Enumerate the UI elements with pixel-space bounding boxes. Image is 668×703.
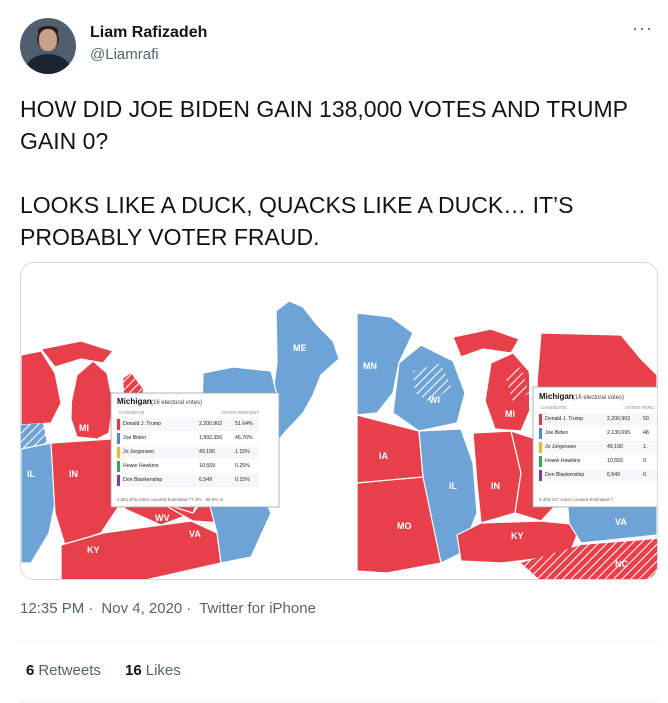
state-label: IL [449,481,458,491]
candidate-percent: 51.64% [235,421,253,427]
candidate-votes: 49,190 [199,449,215,455]
avatar[interactable] [20,18,76,74]
state-label: VA [615,517,627,527]
state-label: IA [379,451,389,461]
candidate-name: Donald J. Trump [545,416,583,422]
retweets-count: 6 [26,662,35,679]
state-label: ME [293,343,307,353]
candidate-votes: 6,549 [199,477,212,483]
candidate-name: Don Blankenship [123,477,162,483]
candidate-percent: 46.76% [235,435,253,441]
author-name[interactable]: Liam Rafizadeh [90,24,207,42]
candidate-votes: 6,549 [607,472,620,478]
candidate-name: Howie Hawkins [123,463,159,469]
state-label: KY [511,531,524,541]
tweet-source[interactable]: Twitter for iPhone [199,600,316,617]
election-maps-image: ME MI IL IN WV VA KY Michigan (16 electo… [21,263,657,579]
state-label: WI [429,395,440,405]
box-title: Michigan [117,397,152,406]
candidate-name: Don Blankenship [545,472,584,478]
more-options-icon[interactable]: ··· [632,18,653,39]
state-label: MI [505,409,515,419]
separator: · [186,600,192,617]
candidate-percent: 0. [643,472,647,478]
candidate-percent: 0.15% [235,477,250,483]
candidate-percent: 1.15% [235,449,250,455]
state-label: MO [397,521,412,531]
candidate-color-swatch [539,428,542,439]
col-candidate: CANDIDATE [119,410,145,415]
candidate-color-swatch [539,414,542,425]
likes-label: Likes [145,662,181,679]
candidate-color-swatch [117,461,120,472]
candidate-percent: 48. [643,430,650,436]
tweet-text: HOW DID JOE BIDEN GAIN 138,000 VOTES AND… [20,96,628,250]
likes-count: 16 [125,662,142,679]
candidate-color-swatch [117,447,120,458]
candidate-color-swatch [539,470,542,481]
candidate-percent: 1. [643,444,647,450]
tweet-media[interactable]: ME MI IL IN WV VA KY Michigan (16 electo… [20,262,658,580]
candidate-percent: 0. [643,458,647,464]
candidate-color-swatch [539,442,542,453]
candidate-percent: 50. [643,416,650,422]
divider [20,641,658,642]
candidate-name: Joe Biden [123,435,146,441]
candidate-votes: 2,200,902 [199,421,222,427]
state-label: IN [491,481,500,491]
col-votes: VOTES PERC [625,405,655,410]
candidate-votes: 2,200,902 [607,416,630,422]
candidate-votes: 2,130,695 [607,430,630,436]
box-subtitle: (16 electoral votes) [151,400,202,406]
state-label: MI [79,423,89,433]
candidate-votes: 10,559 [199,463,215,469]
candidate-color-swatch [539,456,542,467]
candidate-votes: 10,559 [607,458,623,464]
candidate-color-swatch [117,433,120,444]
retweets-label: Retweets [38,662,101,679]
state-label: WV [155,513,170,523]
likes-stat[interactable]: 16 Likes [125,662,181,679]
box-title: Michigan [539,392,574,401]
left-results-box: Michigan (16 electoral votes) CANDIDATE … [110,392,280,508]
candidate-votes: 49,190 [607,444,623,450]
candidate-votes: 1,992,356 [199,435,222,441]
tweet-date[interactable]: Nov 4, 2020 [101,600,182,617]
box-footer: 4,261,878 votes counted Estimated 77.3% … [117,497,224,502]
right-results-box: Michigan (16 electoral votes) CANDIDATE … [532,386,657,508]
state-label: NC [615,559,628,569]
separator: · [88,600,94,617]
state-label: IL [27,469,36,479]
candidate-color-swatch [117,419,120,430]
author-handle[interactable]: @Liamrafi [90,46,159,63]
col-candidate: CANDIDATE [541,405,567,410]
candidate-color-swatch [117,475,120,486]
candidate-name: Jo Jorgensen [123,449,154,455]
candidate-name: Joe Biden [545,430,568,436]
divider [20,701,658,702]
tweet-meta: 12:35 PM · Nov 4, 2020 · Twitter for iPhon… [20,600,320,617]
box-footer: 4,400,217 votes counted Estimated 7 [539,497,614,502]
tweet-time[interactable]: 12:35 PM [20,600,84,617]
candidate-name: Howie Hawkins [545,458,581,464]
candidate-name: Jo Jorgensen [545,444,576,450]
tweet: Liam Rafizadeh @Liamrafi ··· HOW DID JOE… [0,0,668,703]
state-label: IN [69,469,78,479]
state-label: KY [87,545,100,555]
candidate-name: Donald J. Trump [123,421,161,427]
candidate-percent: 0.25% [235,463,250,469]
retweets-stat[interactable]: 6 Retweets [26,662,101,679]
col-votes: VOTES PERCENT [221,410,259,415]
state-label: VA [189,529,201,539]
box-subtitle: (16 electoral votes) [573,395,624,401]
tweet-stats: 6 Retweets 16 Likes [26,662,201,679]
state-label: MN [363,361,377,371]
